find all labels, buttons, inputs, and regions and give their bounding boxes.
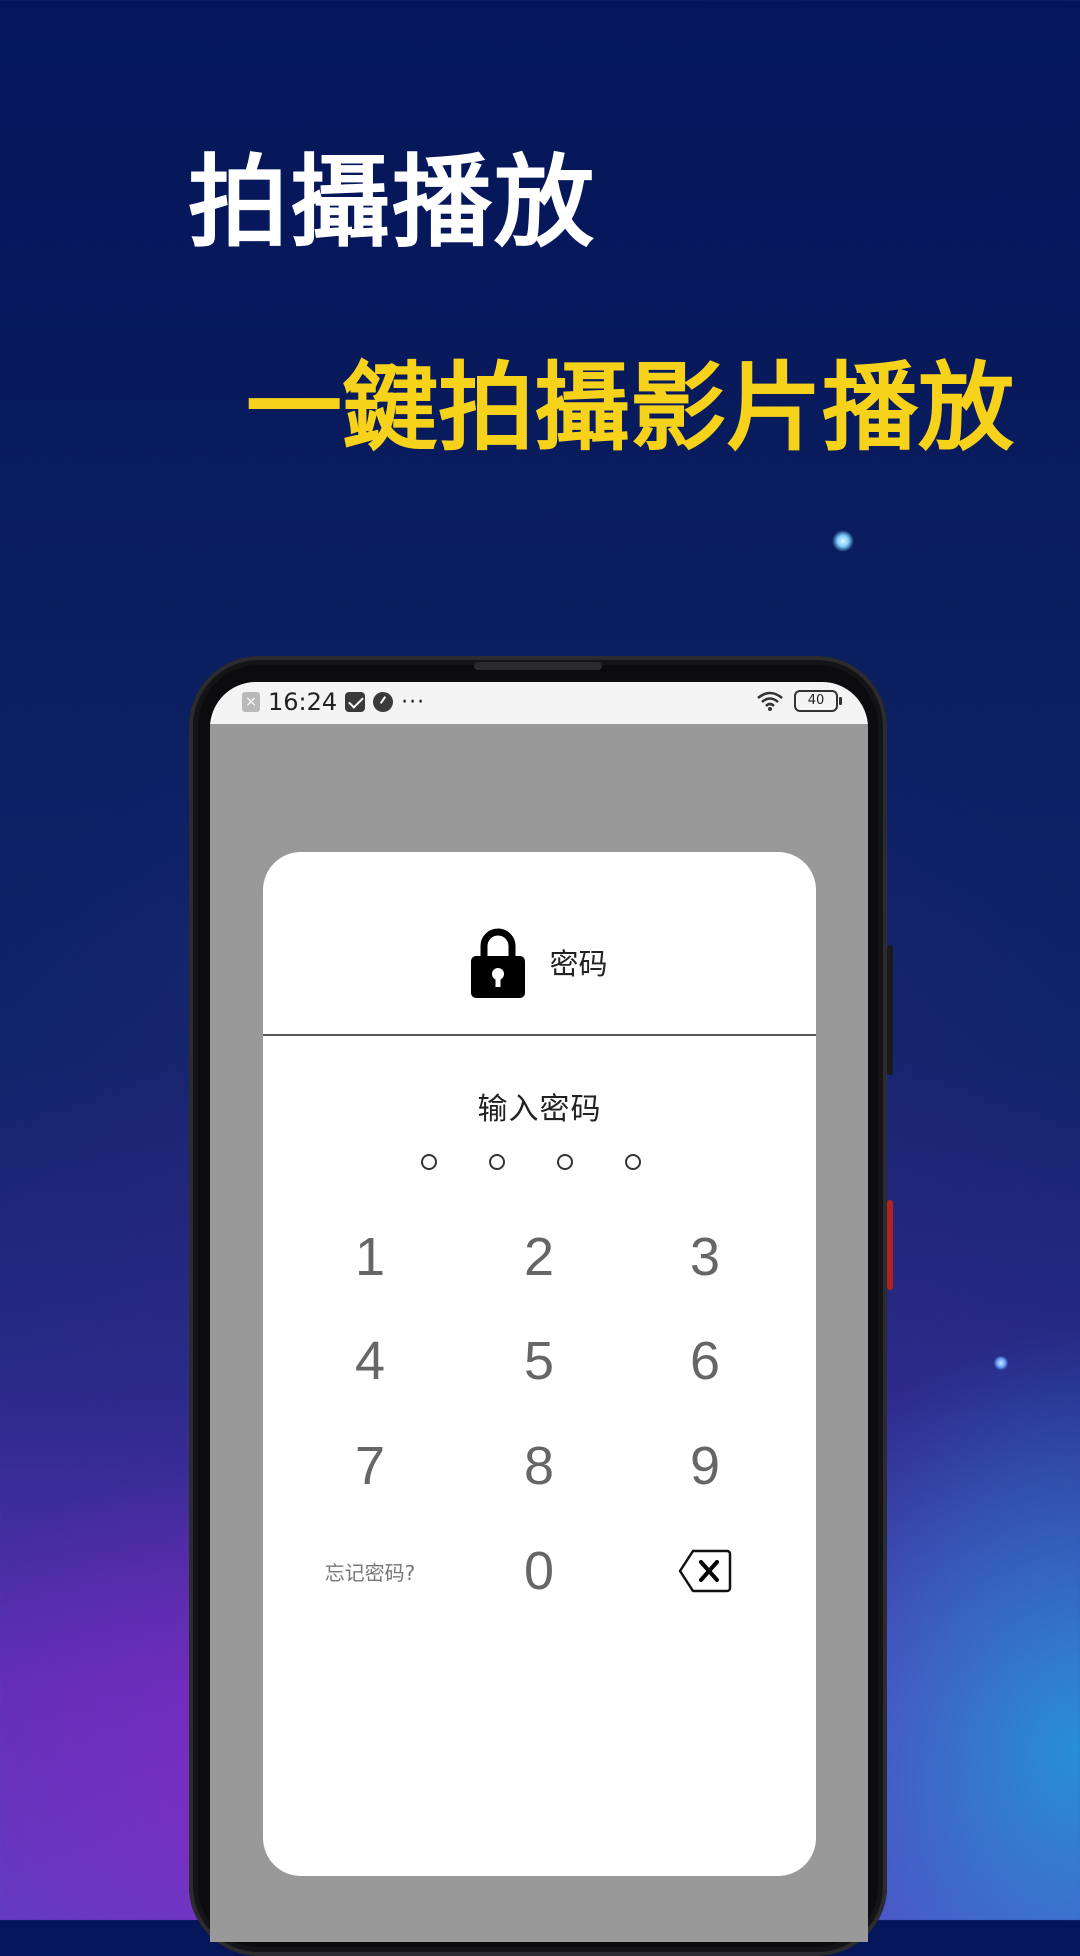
backspace-icon [678, 1549, 732, 1593]
phone-speaker [474, 662, 602, 670]
key-3[interactable]: 3 [625, 1212, 785, 1302]
more-notifications-icon: ··· [401, 689, 426, 715]
phone-power-button [887, 945, 893, 1075]
key-7[interactable]: 7 [290, 1421, 450, 1511]
status-time: 16:24 [268, 688, 338, 716]
status-bar: × 16:24 ··· 40 [210, 682, 868, 724]
notification-clock-icon [373, 692, 394, 712]
key-0[interactable]: 0 [459, 1526, 619, 1616]
sparkle-decoration [832, 530, 854, 552]
header-divider [263, 1034, 816, 1036]
password-dialog: 密码 输入密码 1 2 3 4 5 6 7 8 9 忘记密码? 0 [263, 852, 816, 1876]
key-2[interactable]: 2 [459, 1212, 619, 1302]
key-9[interactable]: 9 [625, 1421, 785, 1511]
pin-indicator [421, 1154, 641, 1170]
sparkle-decoration [994, 1356, 1008, 1370]
notification-close-icon: × [242, 692, 260, 712]
backspace-button[interactable] [625, 1526, 785, 1616]
key-1[interactable]: 1 [290, 1212, 450, 1302]
pin-dot [489, 1154, 505, 1170]
forgot-password-link[interactable]: 忘记密码? [290, 1526, 450, 1616]
phone-screen: × 16:24 ··· 40 密码 输入密码 1 2 3 4 5 6 7 8 9… [210, 682, 868, 1942]
notification-mail-icon [345, 692, 366, 712]
dialog-title: 密码 [549, 947, 608, 981]
key-8[interactable]: 8 [459, 1421, 619, 1511]
wifi-icon [757, 691, 783, 711]
promo-headline: 拍攝播放 [188, 143, 596, 261]
key-5[interactable]: 5 [459, 1316, 619, 1406]
key-6[interactable]: 6 [625, 1316, 785, 1406]
lock-icon [471, 928, 526, 998]
pin-dot [625, 1154, 641, 1170]
phone-volume-button [887, 1200, 893, 1290]
pin-dot [421, 1154, 437, 1170]
key-4[interactable]: 4 [290, 1316, 450, 1406]
promo-subheadline: 一鍵拍攝影片播放 [246, 351, 1014, 464]
battery-icon: 40 [794, 690, 842, 712]
pin-dot [557, 1154, 573, 1170]
dialog-header: 密码 [263, 852, 816, 1034]
enter-password-prompt: 输入密码 [477, 1092, 602, 1127]
